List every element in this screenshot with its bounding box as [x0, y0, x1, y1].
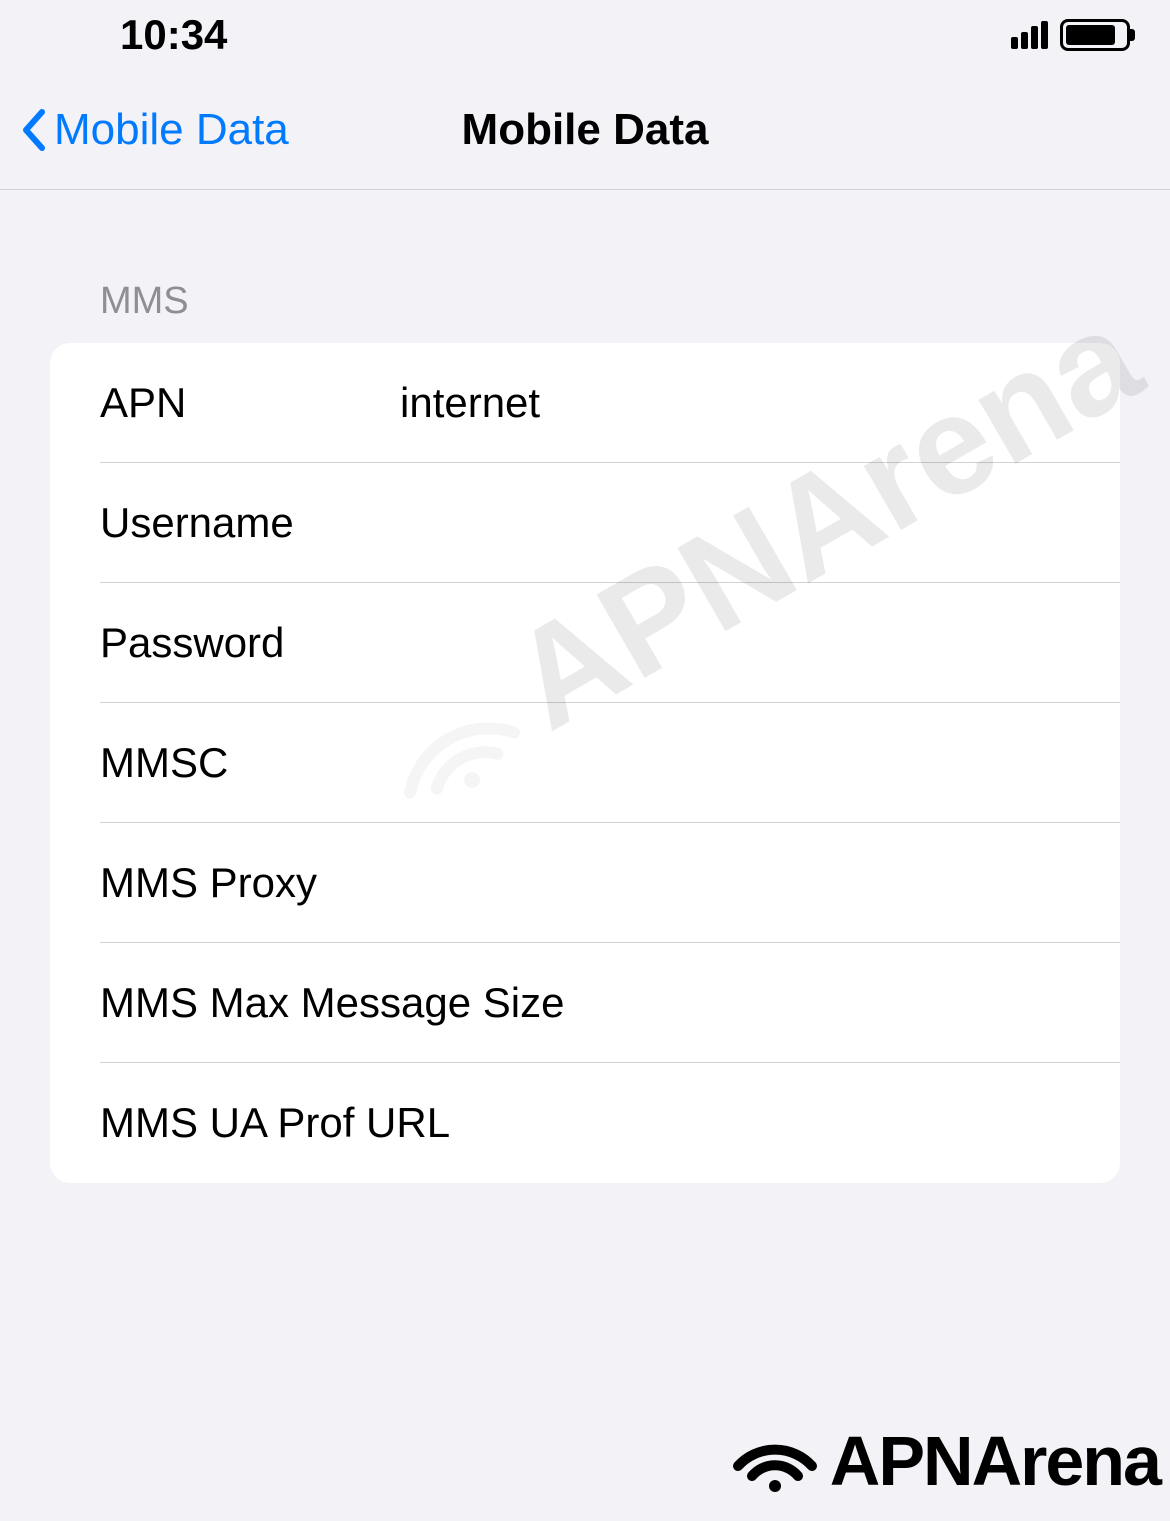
footer-logo: APNArena [730, 1421, 1160, 1501]
apn-label: APN [100, 379, 400, 427]
password-input[interactable] [400, 619, 1070, 667]
mms-ua-prof-label: MMS UA Prof URL [100, 1099, 1070, 1147]
status-time: 10:34 [120, 11, 227, 59]
mms-max-size-label: MMS Max Message Size [100, 979, 1070, 1027]
mms-proxy-label: MMS Proxy [100, 859, 400, 907]
password-row[interactable]: Password [50, 583, 1120, 703]
wifi-icon [730, 1426, 820, 1496]
mms-ua-prof-row[interactable]: MMS UA Prof URL [50, 1063, 1120, 1183]
footer-logo-text: APNArena [830, 1421, 1160, 1501]
status-icons [1011, 19, 1130, 51]
mmsc-row[interactable]: MMSC [50, 703, 1120, 823]
mmsc-input[interactable] [400, 739, 1070, 787]
back-label: Mobile Data [54, 105, 289, 155]
page-title: Mobile Data [462, 105, 709, 155]
back-button[interactable]: Mobile Data [20, 105, 289, 155]
cellular-signal-icon [1011, 21, 1048, 49]
section-header-mms: MMS [0, 190, 1170, 343]
apn-input[interactable] [400, 379, 1070, 427]
status-bar: 10:34 [0, 0, 1170, 70]
mms-max-size-row[interactable]: MMS Max Message Size [50, 943, 1120, 1063]
username-input[interactable] [400, 499, 1070, 547]
battery-icon [1060, 19, 1130, 51]
username-row[interactable]: Username [50, 463, 1120, 583]
username-label: Username [100, 499, 400, 547]
mms-proxy-row[interactable]: MMS Proxy [50, 823, 1120, 943]
nav-bar: Mobile Data Mobile Data [0, 70, 1170, 190]
password-label: Password [100, 619, 400, 667]
mmsc-label: MMSC [100, 739, 400, 787]
apn-row[interactable]: APN [50, 343, 1120, 463]
mms-settings-group: APN Username Password MMSC MMS Proxy MMS… [50, 343, 1120, 1183]
chevron-left-icon [20, 108, 46, 152]
mms-proxy-input[interactable] [400, 859, 1070, 907]
